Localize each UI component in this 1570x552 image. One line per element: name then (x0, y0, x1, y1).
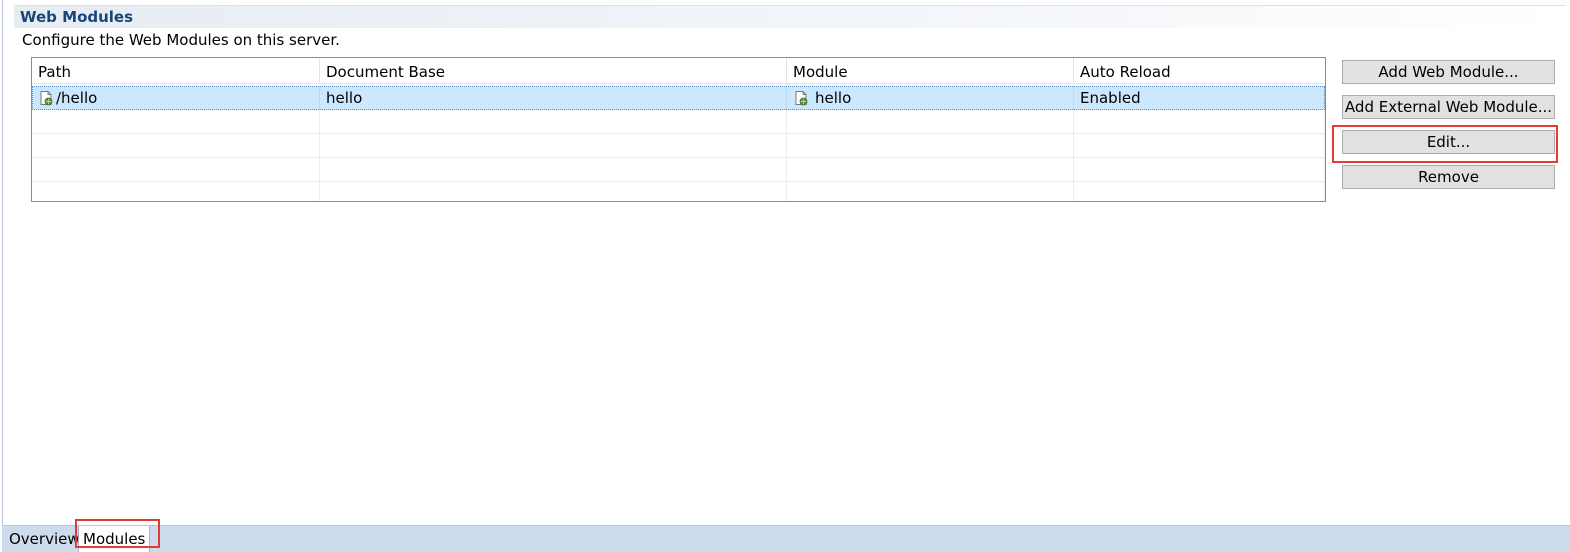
editor-tab-bar: Overview Modules (2, 525, 1570, 552)
section-title: Web Modules (20, 8, 134, 26)
column-header-path[interactable]: Path (32, 58, 320, 84)
cell-module: hello (787, 86, 1074, 110)
column-header-module[interactable]: Module (787, 58, 1074, 84)
column-header-document-base[interactable]: Document Base (320, 58, 787, 84)
table-row[interactable]: /hello hello hello Enabled (32, 86, 1325, 110)
web-module-icon (795, 91, 808, 106)
tab-overview[interactable]: Overview (5, 526, 84, 552)
empty-row[interactable] (32, 110, 1325, 134)
table-header: Path Document Base Module Auto Reload (32, 58, 1325, 84)
web-modules-table[interactable]: Path Document Base Module Auto Reload /h… (31, 57, 1326, 202)
add-external-web-module-button[interactable]: Add External Web Module... (1342, 95, 1555, 119)
section-description: Configure the Web Modules on this server… (22, 31, 340, 49)
empty-row[interactable] (32, 134, 1325, 158)
cell-auto-reload: Enabled (1074, 86, 1325, 110)
section-header: Web Modules (14, 5, 1566, 28)
remove-button[interactable]: Remove (1342, 165, 1555, 189)
cell-document-base: hello (320, 86, 787, 110)
path-value: /hello (56, 89, 98, 107)
empty-row[interactable] (32, 182, 1325, 201)
empty-row[interactable] (32, 158, 1325, 182)
column-header-auto-reload[interactable]: Auto Reload (1074, 58, 1325, 84)
document-base-value: hello (326, 89, 363, 107)
cell-path: /hello (32, 86, 320, 110)
web-module-icon (40, 91, 53, 106)
add-web-module-button[interactable]: Add Web Module... (1342, 60, 1555, 84)
edit-button[interactable]: Edit... (1342, 130, 1555, 154)
tab-modules[interactable]: Modules (78, 526, 151, 552)
module-value: hello (815, 89, 852, 107)
auto-reload-value: Enabled (1080, 89, 1141, 107)
